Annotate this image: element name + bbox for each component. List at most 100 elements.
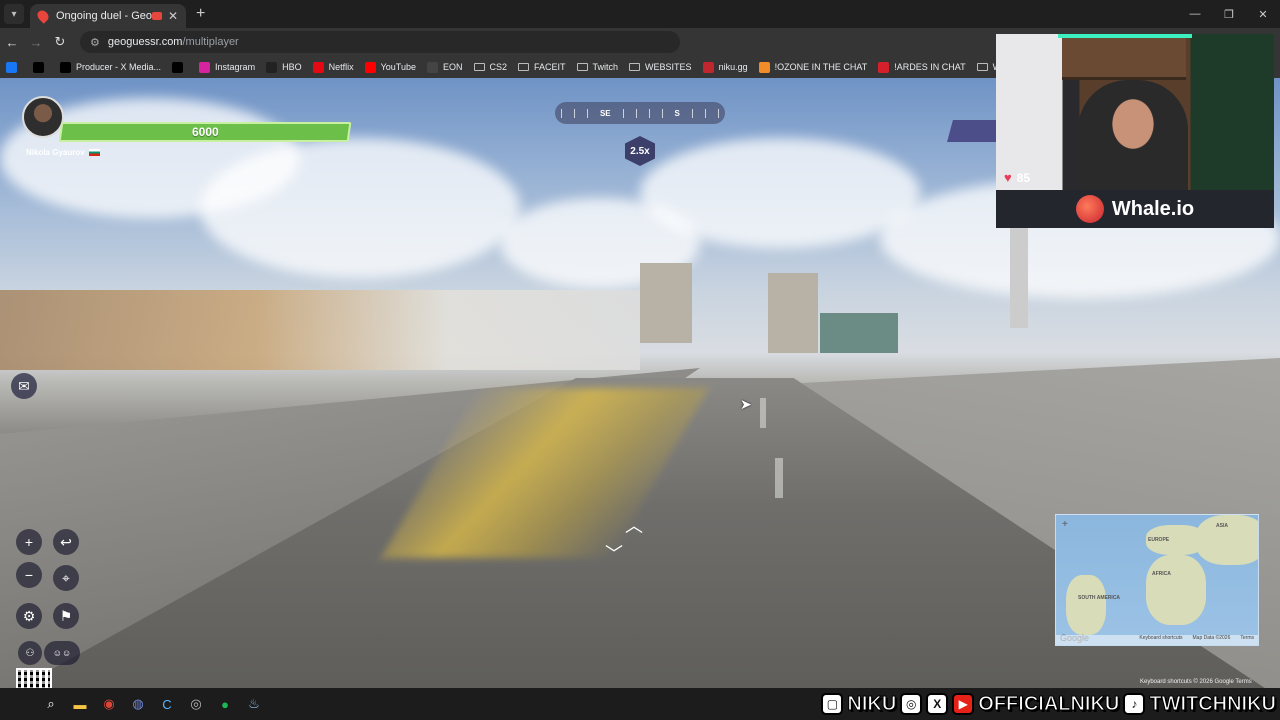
flag-icon[interactable]: ⚑ xyxy=(53,603,79,629)
move-forward-arrow-icon[interactable]: ︿ xyxy=(625,512,675,536)
zoom-in-button[interactable]: + xyxy=(16,529,42,555)
url-host: geoguessr.com xyxy=(107,36,183,48)
bookmark-item[interactable]: HBO xyxy=(266,61,302,73)
hbo-icon xyxy=(266,61,278,73)
player-name: Nikola Gyaurov xyxy=(26,148,100,157)
bookmark-item[interactable]: Twitch xyxy=(576,62,619,72)
tiktok-icon: ♪ xyxy=(1123,693,1146,715)
facebook-icon xyxy=(6,61,17,73)
reload-button[interactable]: ↻ xyxy=(48,34,72,50)
url-field[interactable]: ⚙ geoguessr.com/multiplayer xyxy=(80,31,680,53)
tab-search-button[interactable]: ▾ xyxy=(4,4,24,24)
bookmark-item[interactable]: Netflix xyxy=(312,61,354,73)
bookmark-label: Producer - X Media... xyxy=(76,62,162,72)
instagram-icon xyxy=(199,61,211,73)
mouse-cursor-icon: ➤ xyxy=(740,396,752,412)
heart-rate-readout: ♥ 85 xyxy=(1004,170,1031,185)
folder-icon xyxy=(629,63,641,71)
bulgaria-flag-icon xyxy=(88,149,100,157)
browser-tab[interactable]: Ongoing duel - GeoGuessr ✕ xyxy=(30,4,186,28)
bookmark-item[interactable]: !OZONE IN THE CHAT xyxy=(758,61,867,73)
bookmark-label: EON xyxy=(442,62,463,72)
geoguessr-favicon-icon xyxy=(35,8,51,24)
map-data-label: Map Data ©2026 xyxy=(1192,635,1231,641)
compass-s: S xyxy=(674,108,680,118)
bookmark-item[interactable]: CS2 xyxy=(473,62,507,72)
close-tab-icon[interactable]: ✕ xyxy=(168,9,178,23)
maximize-button[interactable]: ❐ xyxy=(1212,8,1246,21)
bookmark-label: WEBSITES xyxy=(645,62,692,72)
close-window-button[interactable]: ✕ xyxy=(1246,8,1280,21)
ccleaner-icon[interactable]: C xyxy=(156,693,178,715)
webcam-overlay: ♥ 85 Whale.io xyxy=(996,34,1274,228)
bookmark-label: !ARDES IN CHAT xyxy=(894,62,966,72)
youtube-icon xyxy=(364,61,376,73)
x-icon: X xyxy=(926,693,949,715)
file-explorer-icon[interactable]: ▬ xyxy=(69,693,91,715)
folder-icon xyxy=(518,63,530,71)
bookmark-label: YouTube xyxy=(380,62,416,72)
bookmark-item[interactable]: YouTube xyxy=(364,61,416,73)
site-info-icon[interactable]: ⚙ xyxy=(90,36,100,49)
undo-move-button[interactable]: ↩ xyxy=(53,529,79,555)
zoom-out-button[interactable]: − xyxy=(16,562,42,588)
youtube-icon: ▶ xyxy=(952,693,975,715)
spotify-icon[interactable]: ● xyxy=(214,693,236,715)
bookmark-label: FACEIT xyxy=(534,62,566,72)
bookmark-label: HBO xyxy=(282,62,302,72)
terms-link[interactable]: Terms xyxy=(1240,635,1254,645)
bookmark-label: Netflix xyxy=(328,62,354,72)
bookmark-item[interactable] xyxy=(6,61,22,73)
discord-icon[interactable]: ◍ xyxy=(127,693,149,715)
bookmark-item[interactable]: !ARDES IN CHAT xyxy=(878,61,966,73)
minimap-zoom-in-icon[interactable]: + xyxy=(1062,519,1068,530)
twitch-icon: ▢ xyxy=(821,693,844,715)
obs-icon[interactable]: ◎ xyxy=(185,693,207,715)
steam-icon[interactable]: ♨ xyxy=(243,693,265,715)
settings-gear-icon[interactable]: ⚙ xyxy=(16,603,42,629)
sponsor-banner: Whale.io xyxy=(996,190,1274,228)
bookmark-item[interactable] xyxy=(33,61,49,73)
instagram-icon: ◎ xyxy=(900,693,923,715)
map-label-south-america: SOUTH AMERICA xyxy=(1078,595,1121,601)
bookmark-item[interactable] xyxy=(172,61,188,73)
folder-icon xyxy=(976,63,988,71)
bookmark-label: Twitch xyxy=(592,62,619,72)
minimize-button[interactable]: — xyxy=(1178,8,1212,20)
street-view-copyright: Keyboard shortcuts © 2026 Google Terms xyxy=(1140,679,1252,685)
team-icon[interactable]: ⚇ xyxy=(18,641,42,665)
chat-icon[interactable]: ✉ xyxy=(11,373,37,399)
bookmark-label: niku.gg xyxy=(718,62,748,72)
keyboard-shortcuts-link[interactable]: Keyboard shortcuts xyxy=(1139,635,1182,645)
bookmark-label: Instagram xyxy=(215,62,256,72)
player-score: 6000 xyxy=(191,125,219,139)
forward-button[interactable]: → xyxy=(24,35,48,50)
tiktok-icon xyxy=(172,61,184,73)
guess-minimap[interactable]: + EUROPE ASIA AFRICA SOUTH AMERICA Googl… xyxy=(1055,514,1259,646)
opponent-health-bar xyxy=(947,120,1003,142)
minimap-footer: Keyboard shortcuts Map Data ©2026 Terms xyxy=(1056,635,1258,645)
netflix-icon xyxy=(312,61,324,73)
chrome-icon[interactable]: ◉ xyxy=(98,693,120,715)
health-bar: 6000 xyxy=(58,122,352,142)
move-back-arrow-icon[interactable]: ﹀ xyxy=(605,540,655,564)
back-button[interactable]: ← xyxy=(0,35,24,50)
return-to-start-icon[interactable]: ⌖ xyxy=(53,565,79,591)
streamer-image xyxy=(1078,80,1188,190)
map-label-europe: EUROPE xyxy=(1148,537,1170,543)
compass: SE S xyxy=(555,102,725,124)
bookmark-item[interactable]: EON xyxy=(426,61,463,73)
emote-button[interactable]: ☺☺ xyxy=(44,641,80,665)
bookmark-item[interactable]: WEBSITES xyxy=(629,62,692,72)
player-health-panel: 6000 Nikola Gyaurov xyxy=(20,92,352,162)
bookmark-item[interactable]: niku.gg xyxy=(702,61,748,73)
new-tab-button[interactable]: + xyxy=(196,5,205,23)
bookmark-item[interactable]: Producer - X Media... xyxy=(60,61,162,73)
compass-se: SE xyxy=(599,108,611,118)
bookmark-item[interactable]: Instagram xyxy=(199,61,256,73)
sponsor-name: Whale.io xyxy=(1111,197,1195,220)
bookmark-item[interactable]: FACEIT xyxy=(518,62,566,72)
heart-icon: ♥ xyxy=(1004,170,1012,185)
search-icon[interactable]: ⌕ xyxy=(40,693,62,715)
handle-niku: NIKU xyxy=(847,692,897,715)
